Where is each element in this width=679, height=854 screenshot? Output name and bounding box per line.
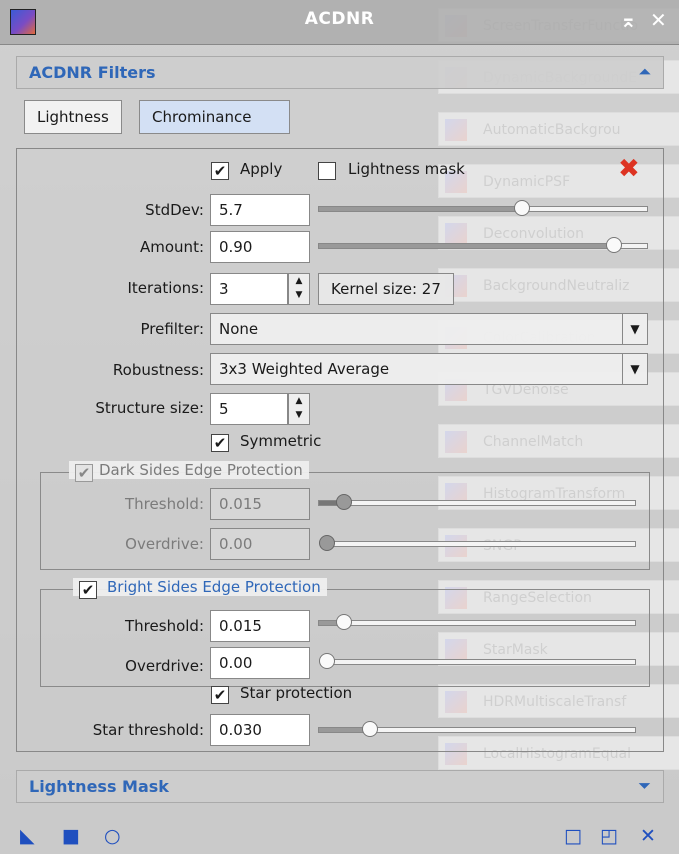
- symmetric-label: Symmetric: [240, 432, 322, 450]
- lightness-mask-label: Lightness mask: [348, 160, 465, 178]
- bright-threshold-field[interactable]: 0.015: [210, 610, 310, 642]
- section-title: ACDNR Filters: [29, 63, 156, 82]
- structure-size-spinner[interactable]: ▲ ▼: [288, 393, 310, 425]
- iterations-field[interactable]: 3: [210, 273, 288, 305]
- dark-overdrive-label: Overdrive:: [125, 535, 204, 553]
- dark-sides-checkbox[interactable]: ✔: [75, 464, 93, 482]
- slider-knob[interactable]: [319, 535, 335, 551]
- stddev-field[interactable]: 5.7: [210, 194, 310, 226]
- apply-label: Apply: [240, 160, 283, 178]
- structure-size-label: Structure size:: [95, 399, 204, 417]
- bright-overdrive-field[interactable]: 0.00: [210, 647, 310, 679]
- bright-threshold-label: Threshold:: [125, 617, 204, 635]
- prefilter-select[interactable]: None ▼: [210, 313, 648, 345]
- star-threshold-slider[interactable]: [318, 721, 636, 737]
- error-x-icon: ✖: [618, 154, 640, 184]
- window-title: ACDNR: [304, 9, 375, 29]
- slider-fill: [319, 207, 523, 211]
- dark-threshold-label: Threshold:: [125, 495, 204, 513]
- collapse-icon[interactable]: ⏶: [638, 62, 651, 82]
- star-threshold-label: Star threshold:: [92, 721, 204, 739]
- star-protection-label: Star protection: [240, 684, 353, 702]
- star-threshold-field[interactable]: 0.030: [210, 714, 310, 746]
- browse-documentation-icon[interactable]: □: [564, 825, 582, 847]
- bright-sides-label: Bright Sides Edge Protection: [107, 578, 321, 596]
- apply-checkbox[interactable]: ✔: [211, 162, 229, 180]
- prefilter-value: None: [219, 320, 259, 338]
- structure-size-field[interactable]: 5: [210, 393, 288, 425]
- bottom-toolbar: ◣ ■ ○ □ ◰ ✕: [0, 816, 679, 854]
- apply-image-icon[interactable]: ○: [104, 825, 121, 847]
- bright-sides-checkbox[interactable]: ✔: [79, 581, 97, 599]
- stddev-slider[interactable]: [318, 200, 648, 216]
- star-protection-checkbox[interactable]: ✔: [211, 686, 229, 704]
- symmetric-checkbox[interactable]: ✔: [211, 434, 229, 452]
- chevron-down-icon[interactable]: ▼: [622, 314, 647, 344]
- reset-icon[interactable]: ◰: [600, 825, 618, 847]
- dark-threshold-field[interactable]: 0.015: [210, 488, 310, 520]
- tab-lightness[interactable]: Lightness: [24, 100, 122, 134]
- bright-overdrive-label: Overdrive:: [125, 657, 204, 675]
- amount-field[interactable]: 0.90: [210, 231, 310, 263]
- dark-threshold-slider[interactable]: [318, 494, 636, 510]
- dark-sides-group: ✔ Dark Sides Edge Protection: [40, 461, 650, 570]
- new-instance-icon[interactable]: ◣: [20, 825, 35, 847]
- spin-up-icon[interactable]: ▲: [289, 274, 309, 288]
- apply-global-icon[interactable]: ■: [62, 825, 80, 847]
- iterations-spinner[interactable]: ▲ ▼: [288, 273, 310, 305]
- stddev-label: StdDev:: [145, 201, 204, 219]
- title-bar[interactable]: ACDNR ⌅ ✕: [0, 0, 679, 45]
- acdnr-filters-section[interactable]: ACDNR Filters ⏶: [16, 56, 664, 89]
- dark-sides-caption: ✔ Dark Sides Edge Protection: [69, 461, 309, 482]
- lightness-mask-section[interactable]: Lightness Mask ⏷: [16, 770, 664, 803]
- section-title: Lightness Mask: [29, 777, 169, 796]
- slider-knob[interactable]: [319, 653, 335, 669]
- bright-overdrive-slider[interactable]: [319, 653, 636, 669]
- reset-all-icon[interactable]: ✕: [640, 825, 656, 847]
- slider-fill: [319, 244, 615, 248]
- lightness-mask-checkbox[interactable]: [318, 162, 336, 180]
- amount-label: Amount:: [140, 238, 204, 256]
- amount-slider[interactable]: [318, 237, 648, 253]
- bright-threshold-slider[interactable]: [318, 614, 636, 630]
- robustness-select[interactable]: 3x3 Weighted Average ▼: [210, 353, 648, 385]
- robustness-value: 3x3 Weighted Average: [219, 360, 390, 378]
- bright-sides-caption: ✔ Bright Sides Edge Protection: [73, 578, 327, 599]
- slider-knob[interactable]: [361, 721, 378, 737]
- kernel-size-readout: Kernel size: 27: [318, 273, 454, 305]
- robustness-label: Robustness:: [112, 361, 204, 379]
- spin-down-icon[interactable]: ▼: [289, 408, 309, 422]
- tab-chrominance[interactable]: Chrominance: [139, 100, 290, 134]
- close-icon[interactable]: ✕: [650, 8, 667, 32]
- prefilter-label: Prefilter:: [140, 320, 204, 338]
- dark-sides-label: Dark Sides Edge Protection: [99, 461, 303, 479]
- dark-overdrive-slider[interactable]: [319, 535, 636, 551]
- pin-icon[interactable]: ⌅: [620, 8, 637, 32]
- acdnr-window: ACDNR ⌅ ✕ ACDNR Filters ⏶ Lightness Chro…: [0, 0, 679, 854]
- spin-up-icon[interactable]: ▲: [289, 394, 309, 408]
- spin-down-icon[interactable]: ▼: [289, 288, 309, 302]
- iterations-label: Iterations:: [127, 279, 205, 297]
- chevron-down-icon[interactable]: ▼: [622, 354, 647, 384]
- expand-icon[interactable]: ⏷: [638, 776, 651, 796]
- dark-overdrive-field[interactable]: 0.00: [210, 528, 310, 560]
